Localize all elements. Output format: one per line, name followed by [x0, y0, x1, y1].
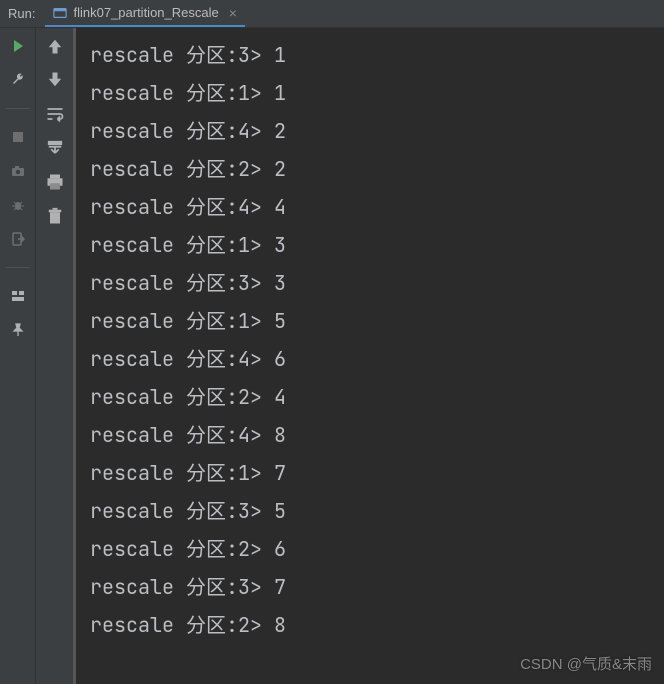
soft-wrap-icon[interactable] — [45, 104, 65, 124]
console-toolbar — [36, 28, 74, 684]
console-line: rescale 分区:2> 6 — [90, 530, 660, 568]
separator — [6, 108, 30, 109]
app-icon — [53, 6, 67, 20]
scroll-to-end-icon[interactable] — [45, 138, 65, 158]
console-line: rescale 分区:4> 4 — [90, 188, 660, 226]
console-output[interactable]: rescale 分区:3> 1 rescale 分区:1> 1 rescale … — [74, 28, 664, 684]
console-line: rescale 分区:1> 1 — [90, 74, 660, 112]
console-line: rescale 分区:2> 4 — [90, 378, 660, 416]
stop-icon[interactable] — [8, 127, 28, 147]
separator — [6, 267, 30, 268]
console-line: rescale 分区:4> 2 — [90, 112, 660, 150]
console-line: rescale 分区:4> 6 — [90, 340, 660, 378]
bug-icon[interactable] — [8, 195, 28, 215]
run-icon[interactable] — [8, 36, 28, 56]
console-line: rescale 分区:3> 1 — [90, 36, 660, 74]
close-icon[interactable]: × — [229, 5, 237, 21]
console-line: rescale 分区:3> 5 — [90, 492, 660, 530]
console-line: rescale 分区:3> 3 — [90, 264, 660, 302]
trash-icon[interactable] — [45, 206, 65, 226]
pin-icon[interactable] — [8, 320, 28, 340]
body-area: rescale 分区:3> 1 rescale 分区:1> 1 rescale … — [0, 28, 664, 684]
console-line: rescale 分区:4> 8 — [90, 416, 660, 454]
console-line: rescale 分区:1> 7 — [90, 454, 660, 492]
up-arrow-icon[interactable] — [45, 36, 65, 56]
tab-title: flink07_partition_Rescale — [73, 5, 218, 20]
left-gutter — [0, 28, 36, 684]
wrench-icon[interactable] — [8, 70, 28, 90]
down-arrow-icon[interactable] — [45, 70, 65, 90]
exit-icon[interactable] — [8, 229, 28, 249]
console-line: rescale 分区:2> 2 — [90, 150, 660, 188]
layout-icon[interactable] — [8, 286, 28, 306]
toolwindow-header: Run: flink07_partition_Rescale × — [0, 0, 664, 28]
console-line: rescale 分区:2> 8 — [90, 606, 660, 644]
toolwindow-label: Run: — [0, 6, 45, 21]
print-icon[interactable] — [45, 172, 65, 192]
camera-icon[interactable] — [8, 161, 28, 181]
console-line: rescale 分区:3> 7 — [90, 568, 660, 606]
console-line: rescale 分区:1> 5 — [90, 302, 660, 340]
console-line: rescale 分区:1> 3 — [90, 226, 660, 264]
run-tab[interactable]: flink07_partition_Rescale × — [45, 0, 244, 27]
watermark: CSDN @气质&末雨 — [520, 653, 652, 674]
